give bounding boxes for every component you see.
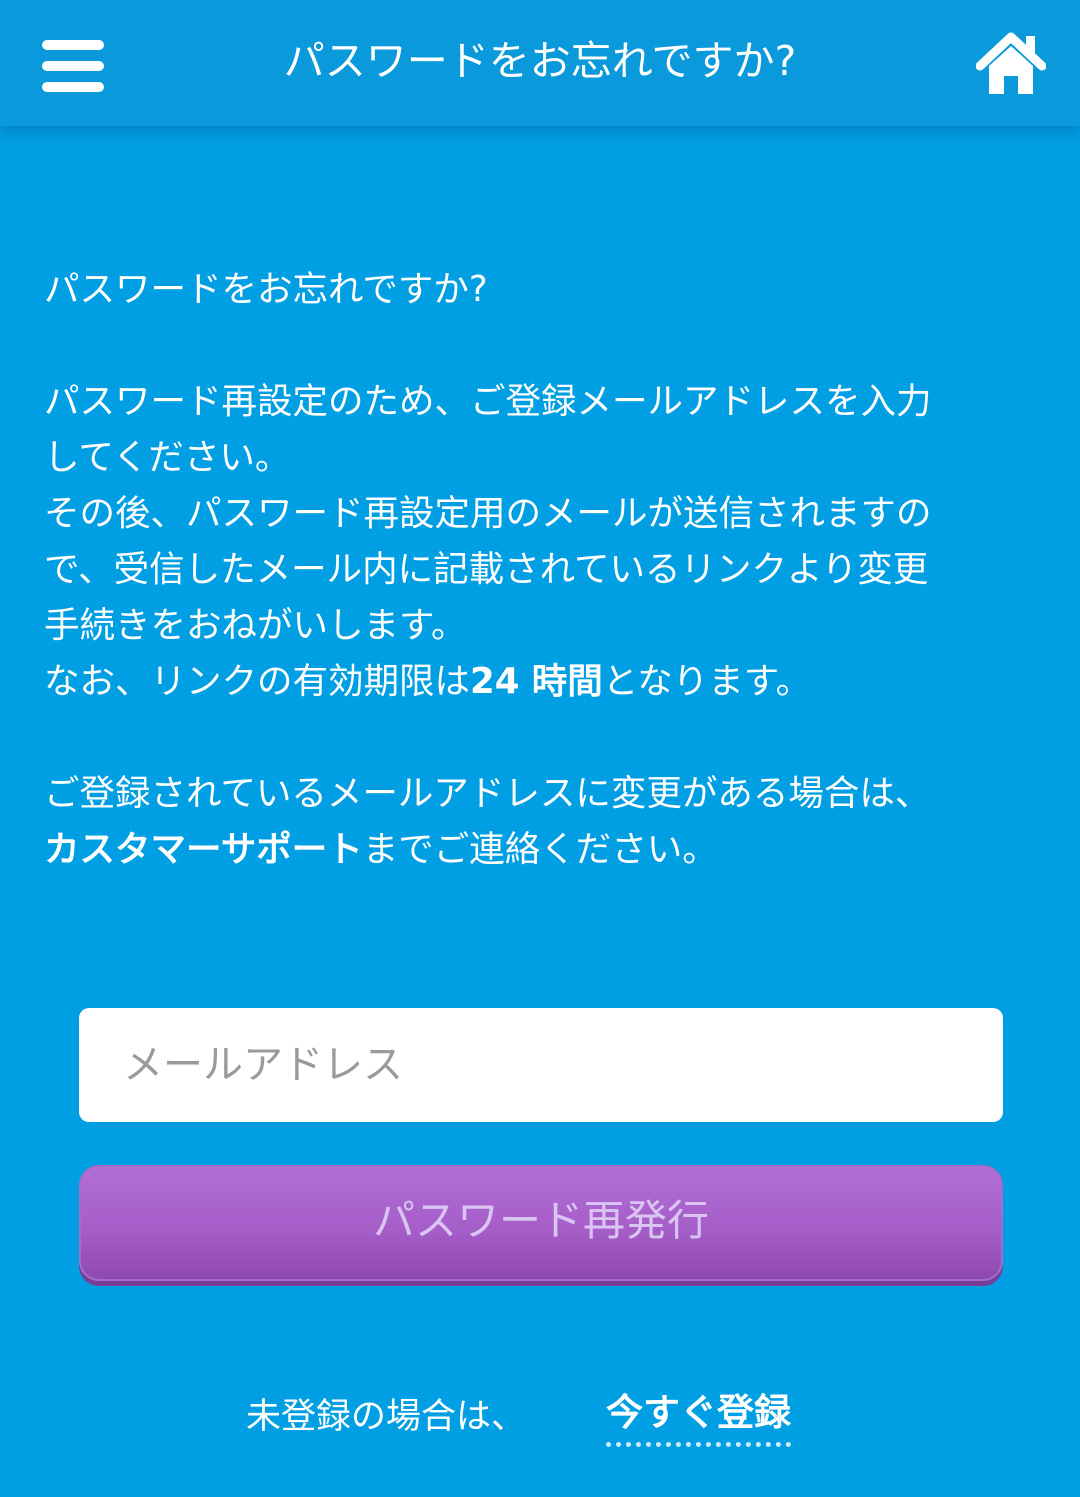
support-notice: カスタマーサポートまでご連絡ください。 (44, 822, 1040, 878)
support-suffix: までご連絡ください。 (362, 829, 718, 870)
signup-row: 未登録の場合は、 今すぐ登録 (0, 1388, 1080, 1448)
change-notice: ご登録されているメールアドレスに変更がある場合は、 (44, 773, 931, 814)
page-title: パスワードをお忘れですか? (283, 37, 797, 85)
content-heading: パスワードをお忘れですか? (44, 269, 488, 310)
home-icon[interactable] (976, 30, 1046, 98)
instructions-text: で、受信したメール内に記載されているリンクより変更 (44, 549, 929, 590)
menu-bar (42, 40, 104, 50)
customer-support-label: カスタマーサポート (44, 829, 363, 870)
instructions-text: 手続きをおねがいします。 (44, 605, 467, 646)
email-input[interactable] (79, 1008, 1003, 1122)
register-now-link[interactable]: 今すぐ登録 (606, 1388, 791, 1447)
signup-prompt: 未登録の場合は、 (246, 1397, 527, 1437)
hamburger-menu-icon[interactable] (38, 38, 108, 96)
expiry-notice: なお、リンクの有効期限は24 時間となります。 (44, 654, 1040, 710)
expiry-prefix: なお、リンクの有効期限は (44, 661, 471, 702)
instructions-text: その後、パスワード再設定用のメールが送信されますの (44, 493, 932, 534)
instructions-text: パスワード再設定のため、ご登録メールアドレスを入力 (44, 381, 932, 422)
instructions-block: パスワードをお忘れですか? パスワード再設定のため、ご登録メールアドレスを入力 … (44, 262, 1040, 878)
reissue-password-button[interactable]: パスワード再発行 (79, 1165, 1003, 1281)
expiry-suffix: となります。 (602, 661, 812, 702)
menu-bar (42, 82, 104, 92)
expiry-value: 24 時間 (470, 661, 603, 702)
app-header: パスワードをお忘れですか? (0, 0, 1080, 126)
instructions-text: してください。 (44, 437, 291, 478)
menu-bar (42, 61, 104, 71)
